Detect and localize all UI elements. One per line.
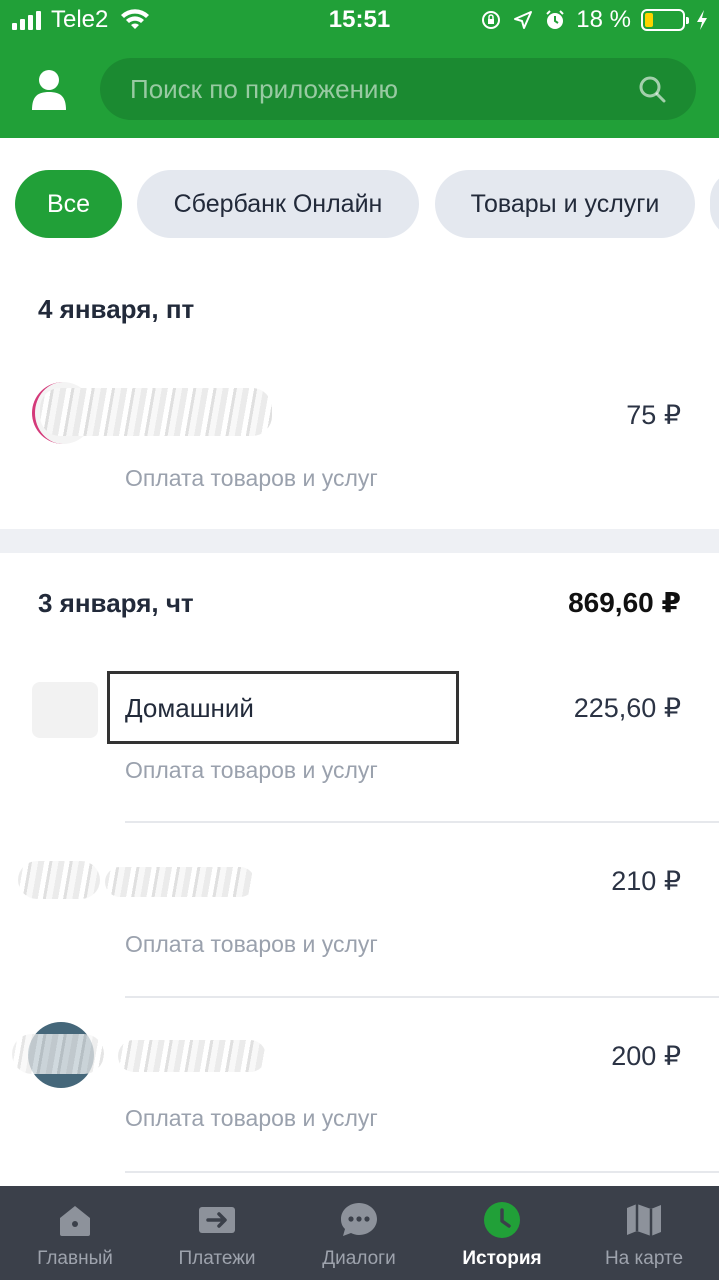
tab-label: Главный (37, 1248, 113, 1269)
filter-chip-sberbank-online[interactable]: Сбербанк Онлайн (137, 170, 419, 238)
payments-icon (199, 1207, 235, 1233)
day-header: 4 января, пт (38, 294, 195, 324)
transaction-row[interactable]: 200 ₽ Оплата товаров и услуг (0, 998, 719, 1173)
chat-icon (341, 1203, 377, 1236)
search-icon[interactable] (638, 75, 666, 103)
merchant-avatar (32, 682, 98, 738)
transaction-amount: 200 ₽ (611, 1041, 681, 1071)
tab-map[interactable]: На карте (572, 1186, 716, 1280)
filter-chip-goods-services[interactable]: Товары и услуги (435, 170, 695, 238)
tab-label: Платежи (178, 1248, 256, 1269)
search-input[interactable]: Поиск по приложению (100, 58, 696, 120)
tab-home[interactable]: Главный (3, 1186, 147, 1280)
highlight-box (107, 671, 459, 744)
battery-percent: 18 % (576, 6, 631, 33)
search-placeholder: Поиск по приложению (130, 74, 398, 104)
section-separator (0, 529, 719, 553)
redacted-merchant-name (118, 1040, 266, 1072)
redacted-merchant-name (40, 388, 272, 436)
transaction-amount: 210 ₽ (611, 866, 681, 896)
transaction-category: Оплата товаров и услуг (125, 757, 378, 783)
transaction-category: Оплата товаров и услуг (125, 931, 378, 957)
bottom-tab-bar: Главный Платежи Диалоги История На карте (0, 1186, 719, 1280)
home-icon (60, 1206, 90, 1236)
day-header: 3 января, чт (38, 588, 194, 618)
merchant-avatar (18, 861, 100, 899)
tab-label: На карте (604, 1248, 684, 1269)
top-header: Tele2 15:51 18 % Поиск по приложению (0, 0, 719, 138)
transaction-category: Оплата товаров и услуг (125, 1105, 378, 1131)
filter-chip-all[interactable]: Все (15, 170, 122, 238)
redacted-avatar-overlay (12, 1034, 104, 1074)
user-icon[interactable] (26, 66, 72, 112)
filter-chip-more[interactable] (710, 170, 719, 238)
filter-chips: Все Сбербанк Онлайн Товары и услуги (0, 138, 719, 268)
history-screen: Tele2 15:51 18 % Поиск по приложению Все… (0, 0, 719, 1280)
transaction-amount: 75 ₽ (626, 400, 681, 430)
day-total: 869,60 ₽ (568, 587, 681, 618)
transaction-category: Оплата товаров и услуг (125, 465, 378, 491)
alarm-icon (546, 10, 565, 29)
charging-bolt-icon (697, 10, 707, 30)
battery-icon (641, 9, 689, 31)
tab-payments[interactable]: Платежи (145, 1186, 289, 1280)
transaction-row[interactable]: 75 ₽ Оплата товаров и услуг (0, 352, 719, 527)
orientation-lock-icon (482, 11, 501, 29)
location-icon (514, 11, 533, 29)
row-divider (125, 1171, 719, 1173)
tab-label: Диалоги (322, 1248, 396, 1269)
clock-icon (484, 1202, 520, 1238)
map-icon (627, 1204, 661, 1236)
tab-label: История (462, 1248, 542, 1269)
status-right: 18 % (480, 6, 709, 34)
status-bar: Tele2 15:51 18 % (0, 0, 719, 40)
redacted-merchant-name (105, 867, 255, 897)
tab-history[interactable]: История (430, 1186, 574, 1280)
transaction-row[interactable]: 210 ₽ Оплата товаров и услуг (0, 823, 719, 998)
transaction-amount: 225,60 ₽ (573, 693, 681, 723)
tab-dialogs[interactable]: Диалоги (287, 1186, 431, 1280)
